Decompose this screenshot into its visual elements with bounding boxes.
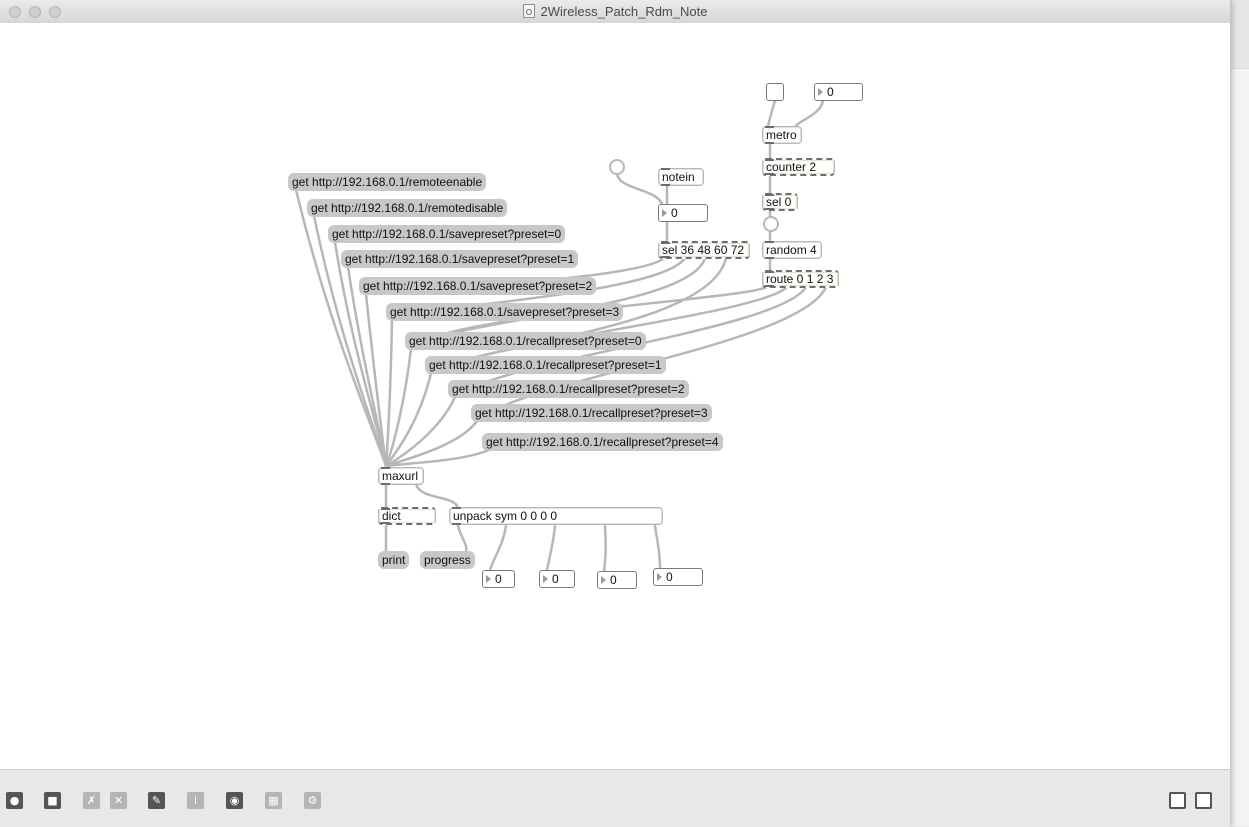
snap-icon[interactable]: ⚙	[304, 792, 321, 809]
msg-savepreset-1[interactable]: get http://192.168.0.1/savepreset?preset…	[341, 250, 579, 268]
object-sel-0[interactable]: sel 0	[762, 193, 798, 211]
number-note-value[interactable]: 0	[658, 204, 708, 222]
msg-print[interactable]: print	[378, 551, 410, 569]
msg-progress[interactable]: progress	[420, 551, 475, 569]
number-metro-interval[interactable]: 0	[814, 83, 863, 101]
number-unpack-out-4[interactable]: 0	[653, 568, 703, 586]
object-maxurl[interactable]: maxurl	[378, 467, 424, 485]
background-window	[1230, 0, 1249, 826]
right-panel-icon[interactable]	[1195, 792, 1212, 809]
msg-savepreset-0[interactable]: get http://192.168.0.1/savepreset?preset…	[328, 225, 566, 243]
object-dict[interactable]: dict	[378, 507, 436, 525]
object-counter[interactable]: counter 2	[762, 158, 835, 176]
info-icon[interactable]: i	[187, 792, 204, 809]
msg-remoteenable[interactable]: get http://192.168.0.1/remoteenable	[288, 173, 487, 191]
msg-recallpreset-4[interactable]: get http://192.168.0.1/recallpreset?pres…	[482, 433, 723, 451]
clear-icon[interactable]: ✕	[110, 792, 127, 809]
title-bar: 2Wireless_Patch_Rdm_Note	[0, 0, 1230, 24]
object-unpack[interactable]: unpack sym 0 0 0 0	[449, 507, 663, 525]
window-title: 2Wireless_Patch_Rdm_Note	[540, 4, 708, 19]
patcher-inspector-icon[interactable]: ✎	[148, 792, 165, 809]
object-random[interactable]: random 4	[762, 241, 822, 259]
bang-random[interactable]	[763, 216, 779, 232]
patcher-toolbar: ● ■ ✗ ✕ ✎ i ◉ ▦ ⚙	[0, 769, 1230, 827]
msg-remotedisable[interactable]: get http://192.168.0.1/remotedisable	[307, 199, 508, 217]
object-route[interactable]: route 0 1 2 3	[762, 270, 839, 288]
msg-recallpreset-3[interactable]: get http://192.168.0.1/recallpreset?pres…	[471, 404, 712, 422]
debug-icon[interactable]: ✗	[83, 792, 100, 809]
object-notein[interactable]: notein	[658, 168, 704, 186]
object-palette-icon[interactable]: ◉	[226, 792, 243, 809]
presentation-mode-icon[interactable]: ■	[44, 792, 61, 809]
msg-recallpreset-1[interactable]: get http://192.168.0.1/recallpreset?pres…	[425, 356, 666, 374]
number-unpack-out-2[interactable]: 0	[539, 570, 575, 588]
bottom-panel-icon[interactable]	[1169, 792, 1186, 809]
msg-savepreset-3[interactable]: get http://192.168.0.1/savepreset?preset…	[386, 303, 624, 321]
number-unpack-out-3[interactable]: 0	[597, 571, 637, 589]
window-title-row: 2Wireless_Patch_Rdm_Note	[0, 4, 1230, 19]
lock-icon[interactable]: ●	[6, 792, 23, 809]
object-metro[interactable]: metro	[762, 126, 802, 144]
document-icon	[522, 4, 535, 18]
bang-button[interactable]	[609, 159, 625, 175]
grid-icon[interactable]: ▦	[265, 792, 282, 809]
msg-recallpreset-2[interactable]: get http://192.168.0.1/recallpreset?pres…	[448, 380, 689, 398]
msg-savepreset-2[interactable]: get http://192.168.0.1/savepreset?preset…	[359, 277, 597, 295]
msg-recallpreset-0[interactable]: get http://192.168.0.1/recallpreset?pres…	[405, 332, 646, 350]
patcher-window: 2Wireless_Patch_Rdm_Note get http://192.…	[0, 0, 1231, 827]
object-sel-notes[interactable]: sel 36 48 60 72	[658, 241, 750, 259]
toggle-metro[interactable]	[766, 83, 784, 101]
number-unpack-out-1[interactable]: 0	[482, 570, 515, 588]
